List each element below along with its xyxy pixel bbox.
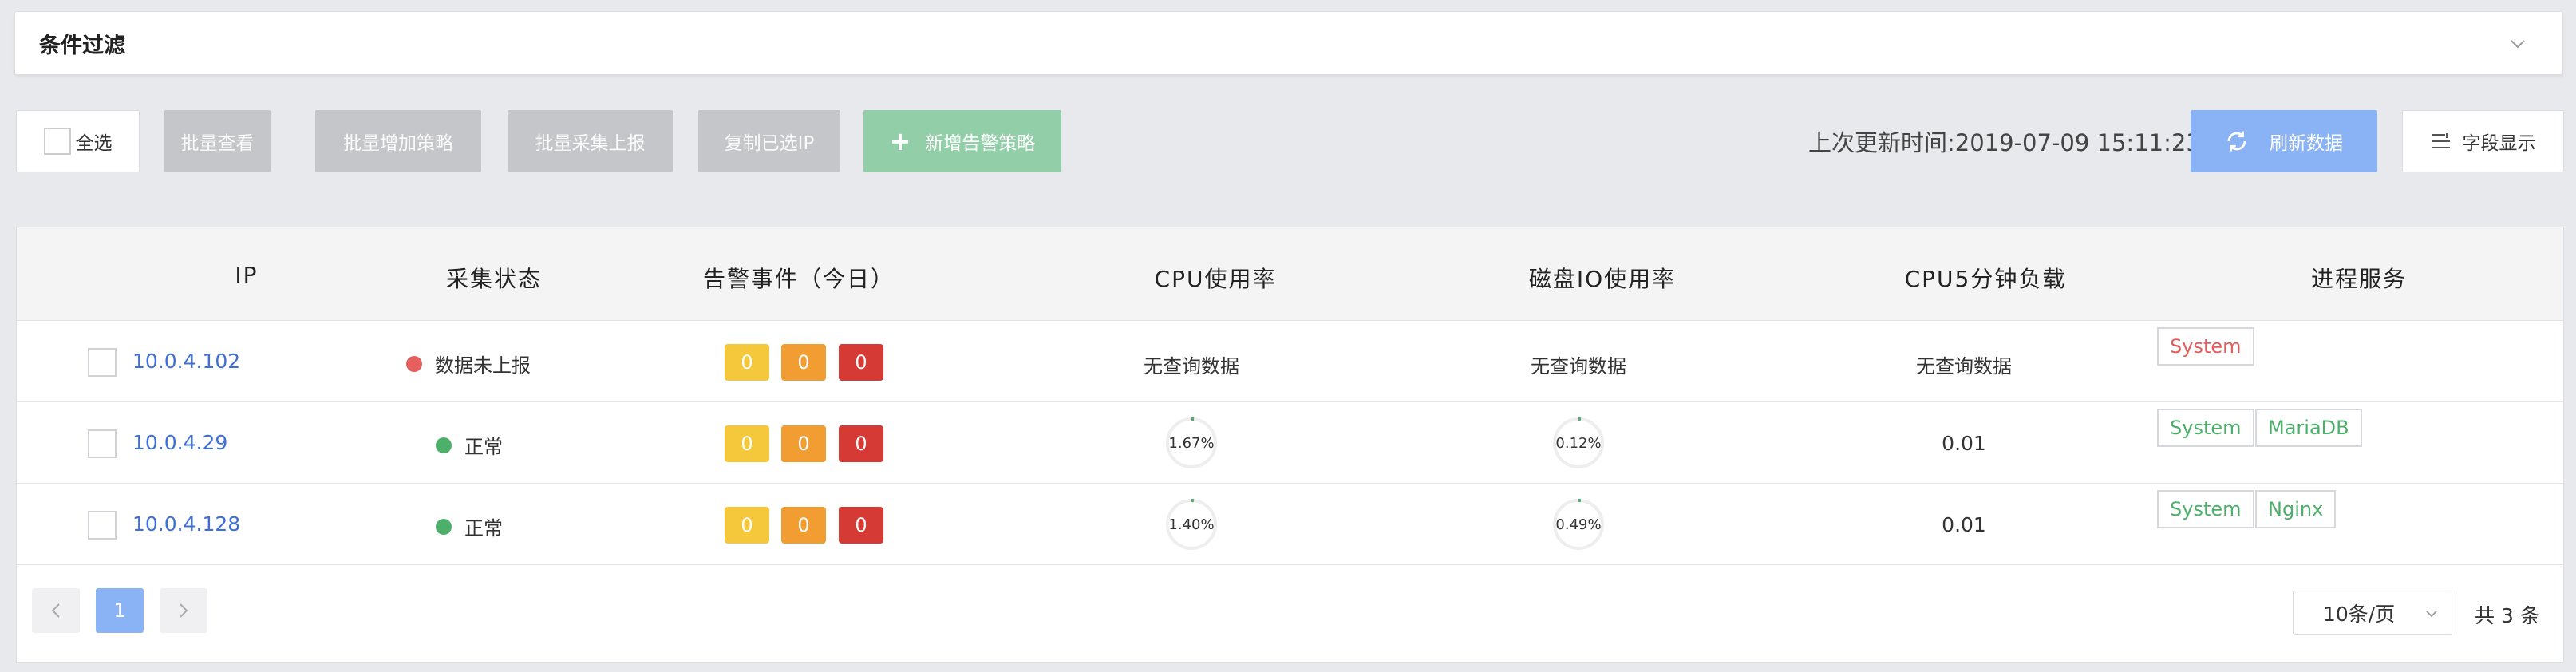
cpu-load-value: 无查询数据	[1916, 355, 2012, 378]
column-header-disk-io: 磁盘IO使用率	[1528, 266, 1677, 292]
status-text: 正常	[464, 517, 503, 540]
service-tag[interactable]: System	[2157, 327, 2254, 366]
cpu-usage-value: 1.40%	[1168, 516, 1215, 533]
service-tag[interactable]: MariaDB	[2255, 409, 2362, 447]
service-tag[interactable]: System	[2157, 409, 2254, 447]
cpu-usage-value: 无查询数据	[1144, 355, 1239, 378]
chevron-down-icon	[2426, 611, 2437, 618]
table-row: 10.0.4.128 正常 0 0 0 1.40% 0.49% 0.01 Sys…	[17, 484, 2563, 565]
refresh-label: 刷新数据	[2270, 133, 2343, 154]
batch-collect-report-button[interactable]: 批量采集上报	[508, 110, 673, 172]
column-header-cpu-load: CPU5分钟负载	[1904, 266, 2067, 292]
disk-io-gauge: 0.49%	[1551, 496, 1606, 552]
prev-page-button[interactable]	[32, 588, 80, 633]
row-checkbox[interactable]	[88, 348, 117, 377]
plus-icon: +	[889, 126, 911, 156]
table-row: 10.0.4.29 正常 0 0 0 1.67% 0.12% 0.01 Syst…	[17, 402, 2563, 484]
last-update-time: 上次更新时间:2019-07-09 15:11:23	[1808, 129, 2201, 156]
host-table: IP 采集状态 告警事件（今日） CPU使用率 磁盘IO使用率 CPU5分钟负载…	[16, 227, 2564, 663]
column-header-ip: IP	[235, 262, 259, 288]
alert-count-warning[interactable]: 0	[725, 425, 769, 462]
alert-count-warning[interactable]: 0	[725, 344, 769, 381]
cpu-load-value: 0.01	[1942, 432, 1986, 455]
cpu-usage-value: 1.67%	[1168, 434, 1215, 452]
refresh-icon	[2227, 131, 2246, 152]
cpu-usage-gauge: 1.67%	[1164, 415, 1219, 471]
host-ip-link[interactable]: 10.0.4.29	[132, 431, 227, 454]
alert-count-critical[interactable]: 0	[839, 507, 883, 544]
copy-selected-ip-button[interactable]: 复制已选IP	[698, 110, 840, 172]
new-alert-policy-button[interactable]: + 新增告警策略	[863, 110, 1061, 172]
collect-status: 正常	[436, 431, 503, 459]
alert-count-critical[interactable]: 0	[839, 344, 883, 381]
disk-io-value: 0.12%	[1555, 434, 1602, 452]
service-tag[interactable]: System	[2157, 490, 2254, 528]
column-header-alert-events: 告警事件（今日）	[702, 266, 895, 292]
new-alert-policy-label: 新增告警策略	[925, 133, 1036, 154]
collect-status: 数据未上报	[406, 350, 531, 378]
column-header-cpu-usage: CPU使用率	[1154, 266, 1277, 292]
disk-io-value: 0.49%	[1555, 516, 1602, 533]
page-size-value: 10条/页	[2323, 603, 2396, 626]
field-display-button[interactable]: 字段显示	[2402, 110, 2564, 172]
batch-view-button[interactable]: 批量查看	[164, 110, 271, 172]
column-header-collect-status: 采集状态	[445, 266, 543, 292]
alert-count-critical[interactable]: 0	[839, 425, 883, 462]
alert-count-minor[interactable]: 0	[781, 344, 826, 381]
field-display-label: 字段显示	[2462, 133, 2536, 154]
alert-count-minor[interactable]: 0	[781, 507, 826, 544]
select-all-checkbox[interactable]	[43, 128, 71, 155]
column-header-process-services: 进程服务	[2310, 266, 2408, 292]
refresh-button[interactable]: 刷新数据	[2191, 110, 2377, 172]
chevron-left-icon	[51, 603, 60, 618]
chevron-right-icon	[180, 603, 188, 618]
alert-count-warning[interactable]: 0	[725, 507, 769, 544]
row-checkbox[interactable]	[88, 429, 117, 458]
select-all-button[interactable]: 全选	[16, 110, 140, 172]
host-ip-link[interactable]: 10.0.4.102	[132, 350, 240, 373]
page-number-button[interactable]: 1	[96, 588, 144, 633]
page-size-select[interactable]: 10条/页	[2293, 591, 2452, 635]
filter-title: 条件过滤	[39, 34, 125, 58]
cpu-load-value: 0.01	[1942, 513, 1986, 536]
status-text: 正常	[464, 436, 503, 458]
cpu-usage-gauge: 1.40%	[1164, 496, 1219, 552]
total-count: 共 3 条	[2475, 604, 2540, 627]
status-text: 数据未上报	[435, 354, 531, 377]
disk-io-gauge: 0.12%	[1551, 415, 1606, 471]
service-tag[interactable]: Nginx	[2255, 490, 2337, 528]
collect-status: 正常	[436, 512, 503, 540]
row-checkbox[interactable]	[88, 511, 117, 540]
list-settings-icon	[2432, 133, 2450, 148]
table-row: 10.0.4.102 数据未上报 0 0 0 无查询数据 无查询数据 无查询数据…	[17, 321, 2563, 402]
status-dot	[406, 355, 422, 372]
chevron-down-icon[interactable]	[2508, 34, 2527, 53]
filter-panel[interactable]: 条件过滤	[14, 11, 2563, 75]
batch-add-policy-button[interactable]: 批量增加策略	[315, 110, 481, 172]
next-page-button[interactable]	[160, 588, 207, 633]
host-ip-link[interactable]: 10.0.4.128	[132, 512, 240, 536]
status-dot	[436, 437, 452, 453]
alert-count-minor[interactable]: 0	[781, 425, 826, 462]
table-header: IP 采集状态 告警事件（今日） CPU使用率 磁盘IO使用率 CPU5分钟负载…	[17, 227, 2563, 321]
disk-io-value: 无查询数据	[1531, 355, 1626, 378]
status-dot	[436, 518, 452, 535]
select-all-label: 全选	[75, 133, 113, 154]
